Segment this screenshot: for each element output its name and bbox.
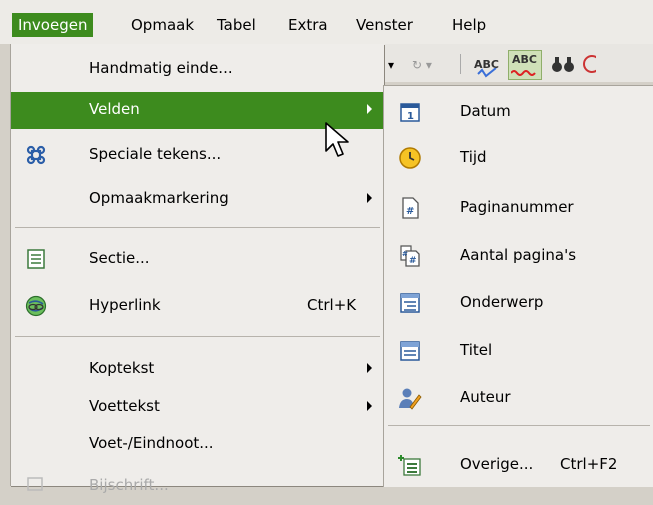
mouse-cursor-icon <box>324 121 354 161</box>
submenu-item-time[interactable]: Tijd <box>384 138 653 178</box>
title-icon <box>398 339 422 363</box>
toolbar: ▾ ↻ ▾ ABC ABC <box>382 44 653 82</box>
svg-text:#: # <box>406 206 414 217</box>
menu-separator <box>15 227 380 228</box>
submenu-arrow-icon <box>367 104 372 114</box>
menu-bar: Invoegen Opmaak Tabel Extra Venster Help <box>0 0 653 44</box>
menu-extra[interactable]: Extra <box>282 13 334 37</box>
menu-item-label: Opmaakmarkering <box>89 189 229 207</box>
menu-item-label: Velden <box>89 100 140 118</box>
submenu-item-label: Aantal pagina's <box>460 246 577 264</box>
submenu-item-label: Datum <box>460 102 511 120</box>
submenu-item-page-count[interactable]: # # Aantal pagina's <box>384 236 653 276</box>
menu-item-label: Voet-/Eindnoot... <box>89 434 214 452</box>
menu-help[interactable]: Help <box>446 13 492 37</box>
menu-item-shortcut: Ctrl+K <box>307 296 357 314</box>
menu-item-label: Speciale tekens... <box>89 145 222 163</box>
menu-item-label: Hyperlink <box>89 296 161 314</box>
submenu-item-date[interactable]: 1 Datum <box>384 92 653 132</box>
menu-item-footer[interactable]: Voettekst <box>11 389 384 426</box>
calendar-icon: 1 <box>398 100 422 124</box>
submenu-arrow-icon <box>367 401 372 411</box>
hyperlink-icon <box>25 295 47 317</box>
submenu-item-label: Auteur <box>460 388 511 406</box>
submenu-item-shortcut: Ctrl+F2 <box>560 455 618 473</box>
submenu-separator <box>388 425 650 426</box>
menu-invoegen[interactable]: Invoegen <box>12 13 94 37</box>
caption-icon <box>25 475 47 497</box>
submenu-item-title[interactable]: Titel <box>384 331 653 371</box>
submenu-item-label: Paginanummer <box>460 198 574 216</box>
menu-item-hyperlink[interactable]: Hyperlink Ctrl+K <box>11 288 384 325</box>
fields-submenu: 1 Datum Tijd # Paginanummer # # Aantal p… <box>383 85 653 487</box>
menu-tabel[interactable]: Tabel <box>211 13 262 37</box>
spellcheck-icon[interactable]: ABC <box>474 54 504 78</box>
menu-item-caption: Bijschrift... <box>11 468 384 505</box>
menu-venster[interactable]: Venster <box>350 13 419 37</box>
binoculars-icon[interactable] <box>550 54 576 76</box>
redo-icon[interactable]: ↻ ▾ <box>412 54 432 76</box>
menu-item-header[interactable]: Koptekst <box>11 351 384 388</box>
menu-item-label: Koptekst <box>89 359 155 377</box>
menu-separator <box>15 336 380 337</box>
section-icon <box>25 248 47 270</box>
submenu-item-label: Overige... <box>460 455 534 473</box>
clock-icon <box>398 146 422 170</box>
toolbar-separator <box>460 54 461 74</box>
svg-text:1: 1 <box>407 111 414 122</box>
menu-item-label: Handmatig einde... <box>89 59 233 77</box>
menu-item-label: Voettekst <box>89 397 160 415</box>
dropdown-arrow-icon[interactable]: ▾ <box>388 54 394 76</box>
submenu-item-label: Tijd <box>460 148 487 166</box>
submenu-item-label: Titel <box>460 341 493 359</box>
navigator-icon[interactable] <box>582 54 601 76</box>
submenu-arrow-icon <box>367 193 372 203</box>
menu-item-footnote[interactable]: Voet-/Eindnoot... <box>11 426 384 463</box>
other-fields-icon <box>398 453 422 477</box>
menu-item-formatting-mark[interactable]: Opmaakmarkering <box>11 181 384 218</box>
svg-text:#: # <box>402 250 408 258</box>
submenu-item-other[interactable]: Overige... Ctrl+F2 <box>384 445 653 485</box>
submenu-item-label: Onderwerp <box>460 293 544 311</box>
menu-item-label: Bijschrift... <box>89 476 169 494</box>
menu-item-section[interactable]: Sectie... <box>11 241 384 278</box>
menu-item-label: Sectie... <box>89 249 150 267</box>
page-number-icon: # <box>398 196 422 220</box>
submenu-arrow-icon <box>367 363 372 373</box>
submenu-item-subject[interactable]: Onderwerp <box>384 283 653 323</box>
page-count-icon: # # <box>398 244 422 268</box>
subject-icon <box>398 291 422 315</box>
insert-menu: Handmatig einde... Velden Speciale teken… <box>10 44 384 494</box>
menu-item-manual-break[interactable]: Handmatig einde... <box>11 51 384 88</box>
submenu-item-page-number[interactable]: # Paginanummer <box>384 188 653 228</box>
submenu-item-author[interactable]: Auteur <box>384 378 653 418</box>
svg-text:#: # <box>409 256 417 266</box>
author-icon <box>398 386 422 410</box>
special-characters-icon <box>25 144 47 166</box>
menu-opmaak[interactable]: Opmaak <box>125 13 200 37</box>
autospellcheck-button[interactable]: ABC <box>508 50 542 80</box>
